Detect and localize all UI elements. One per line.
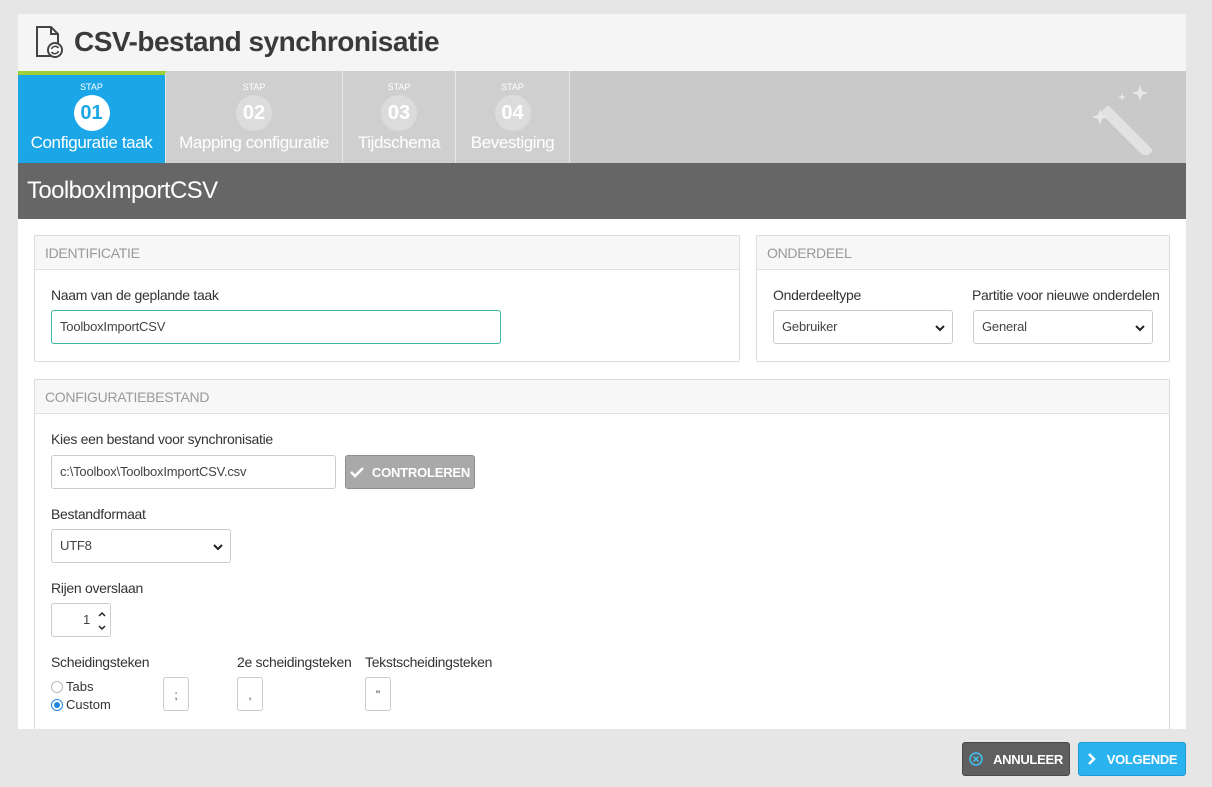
separator-input[interactable]: ; xyxy=(163,677,189,711)
task-name-bar: ToolboxImportCSV xyxy=(18,163,1186,219)
document-sync-icon xyxy=(36,26,63,58)
text-separator-label: Tekstscheidingsteken xyxy=(365,654,493,670)
step-label: Configuratie taak xyxy=(30,133,153,152)
radio-tabs-label: Tabs xyxy=(66,679,94,694)
annuleer-label: ANNULEER xyxy=(993,751,1063,767)
volgende-button[interactable]: VOLGENDE xyxy=(1078,742,1186,776)
partition-select[interactable]: General xyxy=(973,310,1153,344)
chevron-down-icon xyxy=(1135,325,1145,332)
chevron-down-icon xyxy=(213,544,223,551)
onderdeel-heading: ONDERDEEL xyxy=(757,236,1169,270)
stepper-arrows-icon[interactable] xyxy=(98,610,106,632)
format-value: UTF8 xyxy=(60,538,92,553)
task-name-label: Naam van de geplande taak xyxy=(51,287,219,303)
sync-wizard-window: CSV-bestand synchronisatie STAP 01 Confi… xyxy=(18,14,1186,729)
magic-wand-icon xyxy=(1092,85,1153,155)
step-stap-label: STAP xyxy=(387,82,411,92)
format-select[interactable]: UTF8 xyxy=(51,529,231,563)
skip-rows-value: 1 xyxy=(82,612,90,627)
identificatie-panel: IDENTIFICATIE Naam van de geplande taak … xyxy=(34,235,740,362)
step-configuratie[interactable]: STAP 01 Configuratie taak xyxy=(18,71,166,163)
step-tijdschema[interactable]: STAP 03 Tijdschema xyxy=(343,71,456,163)
separator-label: Scheidingsteken xyxy=(51,654,150,670)
text-separator-input[interactable]: " xyxy=(365,677,391,711)
step-stap-label: STAP xyxy=(242,82,266,92)
volgende-label: VOLGENDE xyxy=(1106,751,1178,767)
step-number: 02 xyxy=(236,95,272,131)
controleren-label: CONTROLEREN xyxy=(371,464,471,480)
file-path-input[interactable]: c:\Toolbox\ToolboxImportCSV.csv xyxy=(51,455,336,489)
step-mapping[interactable]: STAP 02 Mapping configuratie xyxy=(166,71,343,163)
step-number: 01 xyxy=(73,95,110,131)
task-name-heading: ToolboxImportCSV xyxy=(27,177,218,204)
format-label: Bestandformaat xyxy=(51,506,146,522)
step-number: 04 xyxy=(494,95,531,131)
step-bevestiging[interactable]: STAP 04 Bevestiging xyxy=(456,71,570,163)
step-stap-label: STAP xyxy=(501,82,524,92)
chevron-down-icon xyxy=(935,325,945,332)
radio-tabs[interactable]: Tabs xyxy=(51,679,93,694)
second-separator-input[interactable]: , xyxy=(237,677,263,711)
step-label: Tijdschema xyxy=(357,133,441,152)
step-label: Mapping configuratie xyxy=(179,133,329,152)
controleren-button[interactable]: CONTROLEREN xyxy=(345,455,475,489)
skip-rows-label: Rijen overslaan xyxy=(51,580,143,596)
radio-custom-circle[interactable] xyxy=(51,698,63,711)
configuratiebestand-panel: CONFIGURATIEBESTAND Kies een bestand voo… xyxy=(34,379,1170,729)
close-circle-icon xyxy=(969,752,983,766)
task-name-input[interactable]: ToolboxImportCSV xyxy=(51,310,501,344)
step-number: 03 xyxy=(381,95,417,131)
file-label: Kies een bestand voor synchronisatie xyxy=(51,431,273,447)
step-label: Bevestiging xyxy=(470,133,555,152)
window-title: CSV-bestand synchronisatie xyxy=(74,26,440,57)
configuratie-heading: CONFIGURATIEBESTAND xyxy=(35,380,1169,414)
partition-label: Partitie voor nieuwe onderdelen xyxy=(972,287,1160,303)
radio-tabs-circle[interactable] xyxy=(51,680,63,693)
chevron-right-icon xyxy=(1087,753,1096,765)
title-bar: CSV-bestand synchronisatie xyxy=(18,14,1186,71)
check-icon xyxy=(349,467,364,478)
identificatie-heading: IDENTIFICATIE xyxy=(35,236,739,270)
skip-rows-stepper[interactable]: 1 xyxy=(51,603,111,637)
annuleer-button[interactable]: ANNULEER xyxy=(962,742,1070,776)
partition-value: General xyxy=(982,319,1027,334)
radio-custom[interactable]: Custom xyxy=(51,697,111,712)
onderdeel-panel: ONDERDEEL Onderdeeltype Gebruiker Partit… xyxy=(756,235,1170,362)
wizard-steps: STAP 01 Configuratie taak STAP 02 Mappin… xyxy=(18,71,1186,163)
onderdeeltype-value: Gebruiker xyxy=(782,319,838,334)
step-stap-label: STAP xyxy=(80,82,103,92)
radio-custom-label: Custom xyxy=(66,697,111,712)
second-separator-label: 2e scheidingsteken xyxy=(237,654,352,670)
onderdeeltype-select[interactable]: Gebruiker xyxy=(773,310,953,344)
onderdeeltype-label: Onderdeeltype xyxy=(773,287,861,303)
